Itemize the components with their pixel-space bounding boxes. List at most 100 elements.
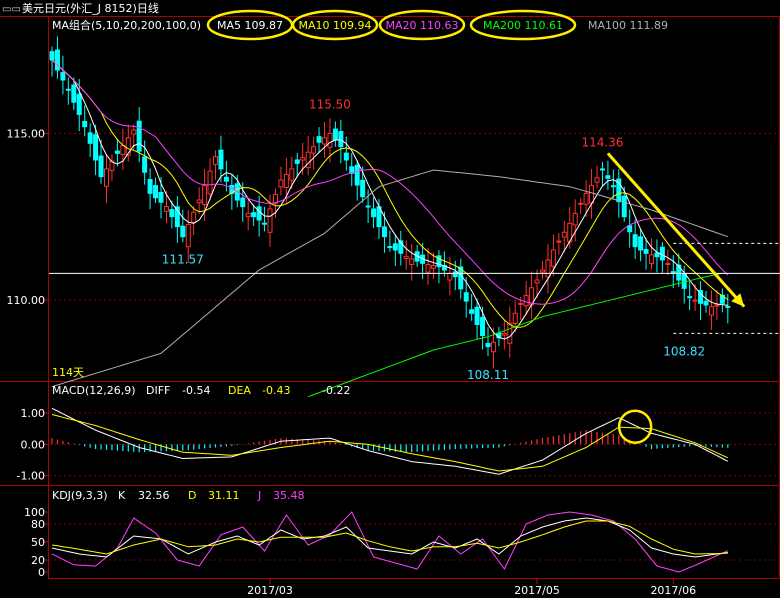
kdj-d-value: 31.11 [208, 489, 240, 502]
candle-body [131, 129, 137, 135]
candle-body [207, 170, 213, 195]
candle-body [605, 175, 611, 179]
candle-body [354, 164, 360, 186]
candle-body [240, 197, 246, 208]
candle-body [360, 179, 366, 198]
kdj-j-line [51, 511, 729, 573]
candle-body [316, 136, 322, 143]
macd-cross-highlight-circle [617, 409, 653, 444]
kdj-lines [51, 511, 729, 573]
macd-diff-label: DIFF [146, 384, 170, 397]
kdj-tick-label: 80 [31, 518, 45, 531]
candle-body [670, 271, 676, 274]
price-extreme-label: 114.36 [581, 136, 623, 150]
candle-body [218, 149, 224, 170]
date-tick-label: 2017/05 [514, 584, 560, 597]
date-tick-label: 2017/03 [247, 584, 293, 597]
kdj-legend-label: KDJ(9,3,3) [52, 489, 108, 502]
candle-body [681, 272, 687, 289]
chart-canvas: ▭▭ 美元日元(外汇_J 8152)日线 MA组合(5,10,20,200,10… [0, 1, 780, 597]
candle-body [534, 279, 540, 284]
price-tick-label: 110.00 [7, 294, 46, 307]
bar-count-label: 114天 [52, 366, 84, 379]
candle-body [692, 299, 698, 302]
candle-body [76, 93, 82, 115]
candle-body [703, 300, 709, 306]
ma20-line [51, 59, 729, 305]
ma200-line [308, 272, 723, 398]
candle-body [338, 131, 344, 148]
candle-body [714, 304, 720, 307]
price-moving-averages [51, 59, 729, 398]
price-extreme-label: 108.82 [663, 344, 705, 358]
candle-body [556, 240, 562, 243]
candle-body [632, 234, 638, 248]
candle-body [371, 208, 377, 218]
candle-body [638, 236, 644, 251]
window-menu-icon[interactable]: ▭▭ [2, 4, 21, 15]
macd-tick-label: -1.00 [17, 470, 45, 483]
ma-legend-ma100: MA100 111.89 [588, 19, 668, 32]
candle-body [98, 155, 104, 178]
candle-body [114, 150, 120, 154]
candle-body [545, 259, 551, 278]
date-tick-label: 2017/06 [650, 584, 696, 597]
candle-body [223, 176, 229, 182]
candle-body [578, 202, 584, 205]
candle-body [332, 128, 338, 141]
kdj-tick-label: 0 [38, 566, 45, 579]
candle-body [452, 271, 458, 278]
ma-legend-ma5: MA5 109.87 [217, 19, 283, 32]
candle-body [381, 226, 387, 238]
macd-y-axis: 1.00 0.00 -1.00 [17, 407, 49, 483]
candle-body [627, 225, 633, 233]
candle-body [540, 269, 545, 273]
candle-body [104, 168, 109, 187]
macd-lines [51, 407, 729, 475]
candle-body [621, 195, 627, 218]
candle-body [431, 265, 436, 269]
candle-body [71, 84, 77, 103]
candle-body [561, 231, 567, 238]
candle-body [262, 222, 268, 225]
candle-body [550, 249, 556, 267]
candle-body [469, 309, 475, 314]
kdj-d-label: D [188, 489, 196, 502]
candle-body [322, 137, 327, 145]
candle-body [447, 272, 453, 281]
kdj-j-label: J [257, 489, 261, 502]
kdj-k-value: 32.56 [138, 489, 170, 502]
candle-body [300, 157, 306, 161]
candle-body [512, 312, 518, 324]
candle-body [196, 199, 202, 204]
candle-body [643, 248, 649, 254]
candle-body [387, 246, 393, 249]
candle-body [463, 292, 469, 302]
ma-legend-items: MA5 109.87 MA10 109.94 MA20 110.63 MA200 11… [206, 9, 668, 41]
candle-body [267, 208, 273, 233]
candle-body [93, 134, 99, 161]
candle-body [599, 168, 605, 171]
candle-body [659, 246, 665, 261]
candle-body [163, 206, 169, 212]
candle-body [120, 145, 126, 155]
macd-dea-line [51, 414, 729, 472]
candle-body [251, 212, 257, 218]
candle-body [725, 305, 731, 308]
candle-body [501, 332, 507, 336]
candle-body [82, 120, 88, 128]
candle-body [158, 191, 164, 203]
macd-diff-value: -0.54 [182, 384, 210, 397]
candle-body [518, 302, 524, 305]
candle-body [572, 212, 578, 226]
kdj-tick-label: 50 [31, 536, 45, 549]
candle-body [480, 316, 486, 337]
price-extreme-label: 115.50 [309, 98, 351, 112]
kdj-j-value: 35.48 [273, 489, 305, 502]
kdj-d-line [51, 520, 728, 555]
macd-dea-value: -0.43 [262, 384, 290, 397]
candle-body [87, 132, 93, 144]
macd-legend-label: MACD(12,26,9) [52, 384, 136, 397]
kdj-k-label: K [118, 489, 126, 502]
candle-body [278, 179, 284, 188]
